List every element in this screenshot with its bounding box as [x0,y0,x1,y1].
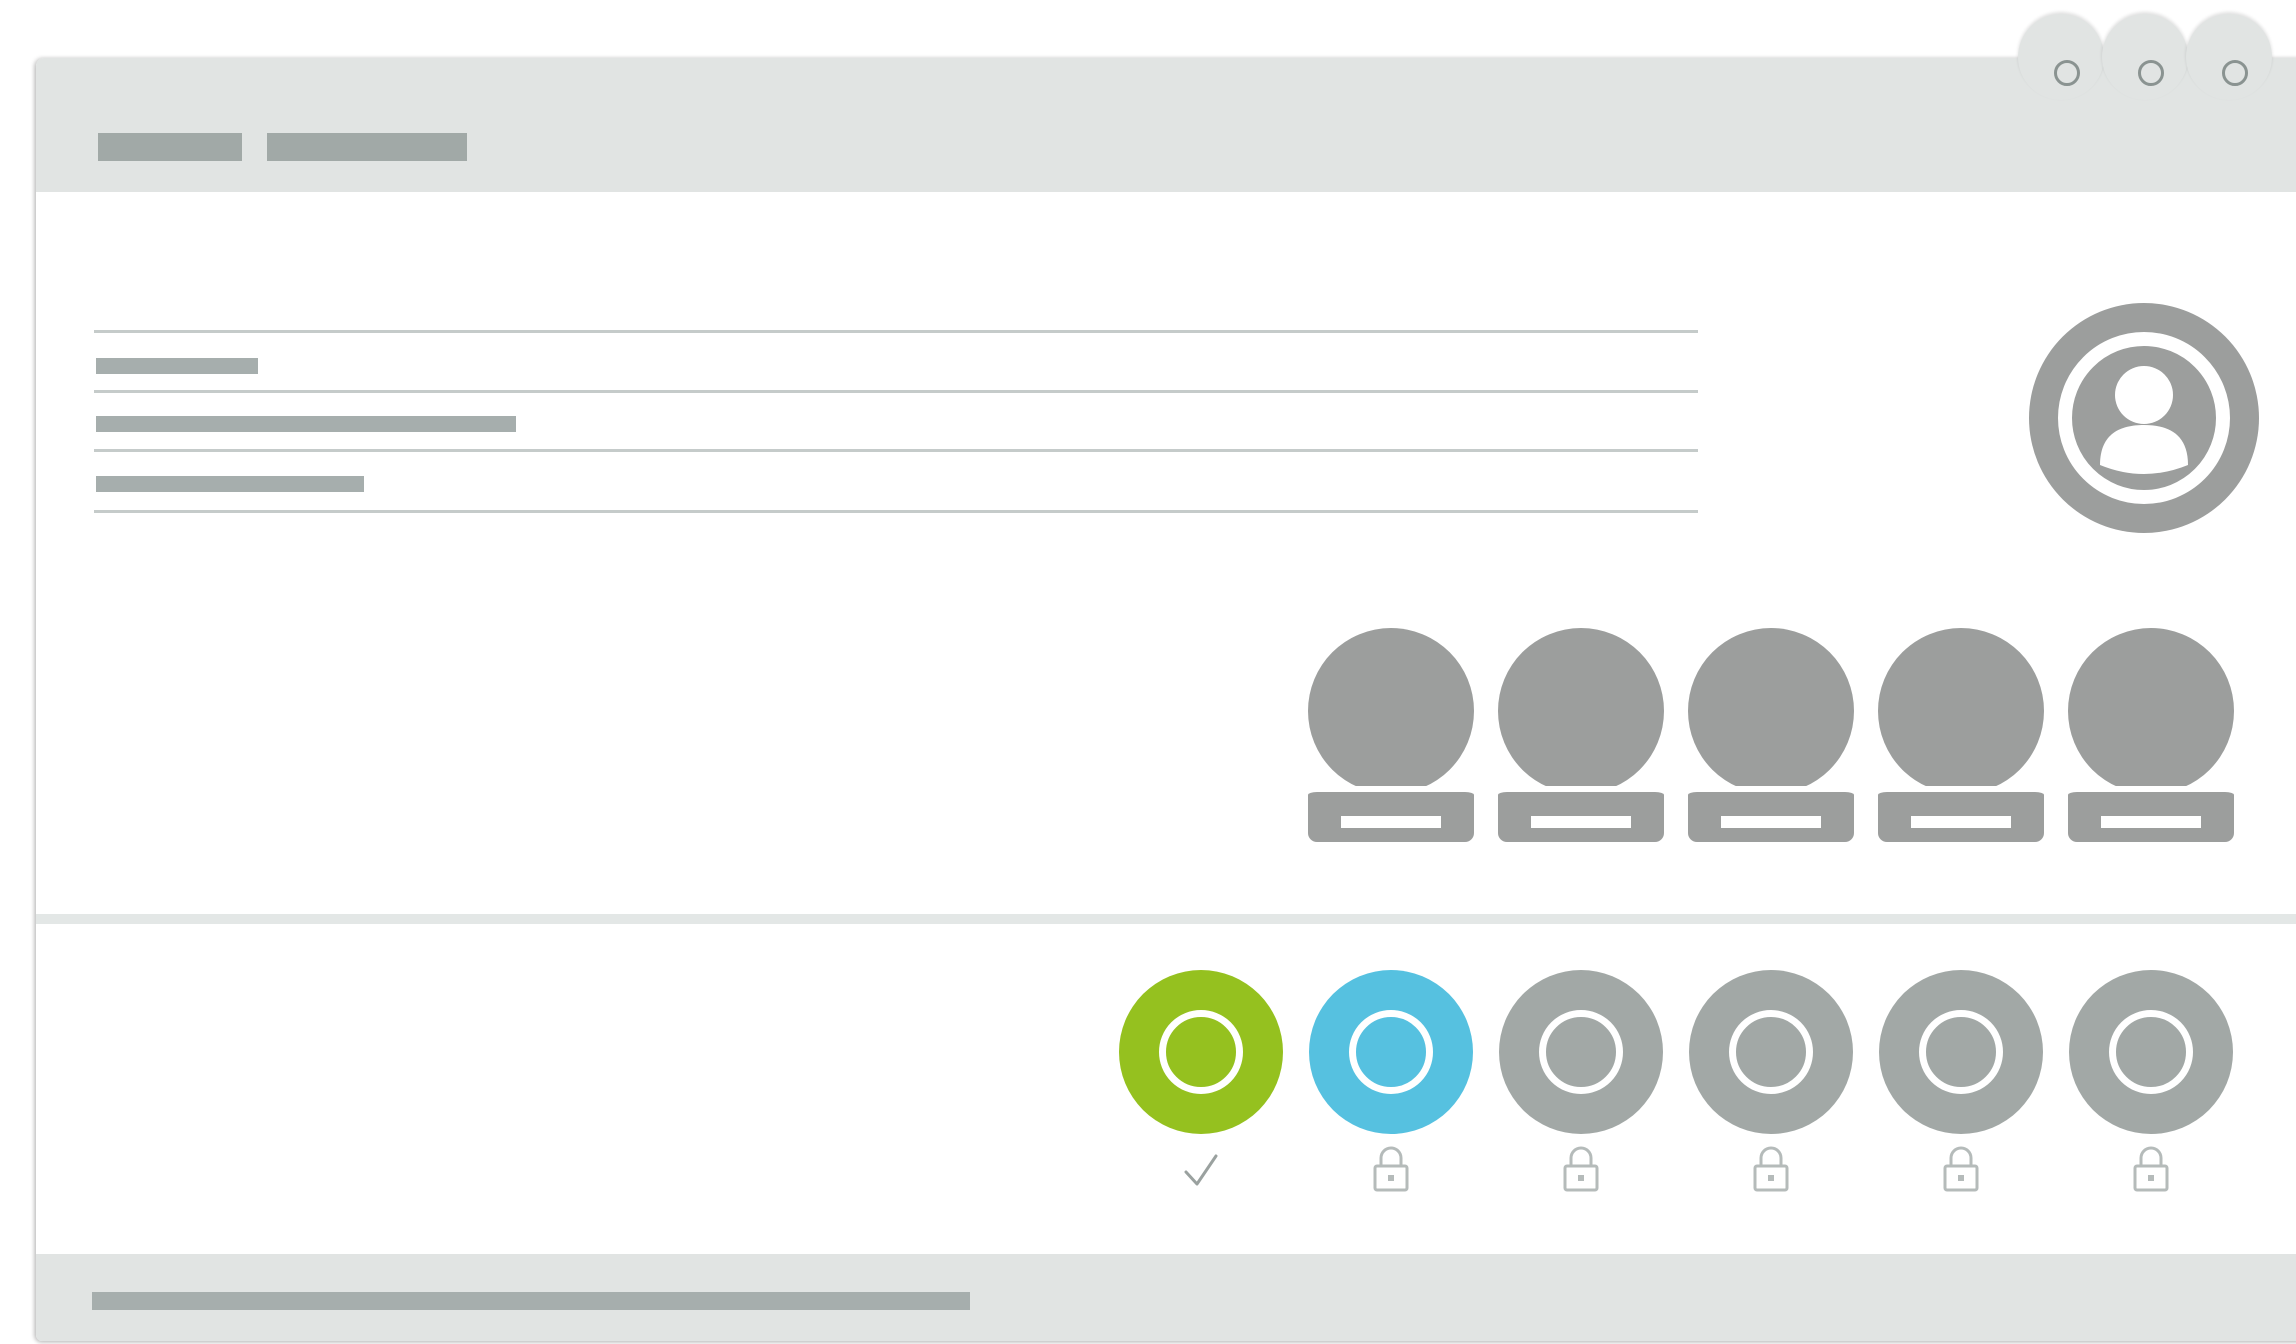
control-tab [2102,14,2188,100]
ring-icon [1349,1010,1433,1094]
person-head [1688,628,1854,794]
profile-row-divider [94,390,1698,393]
level-completed[interactable] [1119,970,1283,1134]
circle-icon[interactable] [2138,60,2164,86]
circle-icon[interactable] [2222,60,2248,86]
main-content [36,192,2296,1314]
person-podium [1878,786,2044,842]
lock-icon [1373,1146,1409,1192]
level-locked[interactable] [1689,970,1853,1134]
lock-icon [1563,1146,1599,1192]
person-podium [1688,786,1854,842]
ring-icon [1159,1010,1243,1094]
lock-icon [2133,1146,2169,1192]
status-bar [36,1254,2296,1341]
title-bar [36,58,2296,192]
person-name-placeholder [1911,816,2011,828]
status-text-placeholder [92,1292,970,1310]
lock-icon [1753,1146,1789,1192]
person-name-placeholder [1341,816,1441,828]
level-current[interactable] [1309,970,1473,1134]
lock-icon [1943,1146,1979,1192]
person-podium [1498,786,1664,842]
window-controls [2018,14,2296,104]
check-icon [1184,1154,1218,1186]
person-name-placeholder [2101,816,2201,828]
person-avatar[interactable] [1308,628,1474,846]
profile-line-2-placeholder [96,416,516,432]
control-tab [2018,14,2104,100]
person-podium [1308,786,1474,842]
person-head [1498,628,1664,794]
level-locked[interactable] [2069,970,2233,1134]
profile-avatar[interactable] [2029,303,2259,533]
profile-row-divider [94,510,1698,513]
person-name-placeholder [1531,816,1631,828]
ring-icon [1729,1010,1813,1094]
app-window [36,58,2296,1341]
profile-row-divider [94,330,1698,333]
section-divider [36,914,2296,924]
person-avatar[interactable] [1498,628,1664,846]
person-avatar[interactable] [2068,628,2234,846]
person-head [1878,628,2044,794]
person-avatar[interactable] [1878,628,2044,846]
ring-icon [2109,1010,2193,1094]
ring-icon [1539,1010,1623,1094]
person-podium [2068,786,2234,842]
profile-row-divider [94,449,1698,452]
title-placeholder-1 [98,133,242,161]
ring-icon [1919,1010,2003,1094]
level-locked[interactable] [1879,970,2043,1134]
person-head [1308,628,1474,794]
profile-line-1-placeholder [96,358,258,374]
person-name-placeholder [1721,816,1821,828]
user-profile-icon [2058,332,2230,504]
control-tab [2186,14,2272,100]
title-placeholder-2 [267,133,467,161]
level-locked[interactable] [1499,970,1663,1134]
person-avatar[interactable] [1688,628,1854,846]
profile-line-3-placeholder [96,476,364,492]
circle-icon[interactable] [2054,60,2080,86]
person-head [2068,628,2234,794]
